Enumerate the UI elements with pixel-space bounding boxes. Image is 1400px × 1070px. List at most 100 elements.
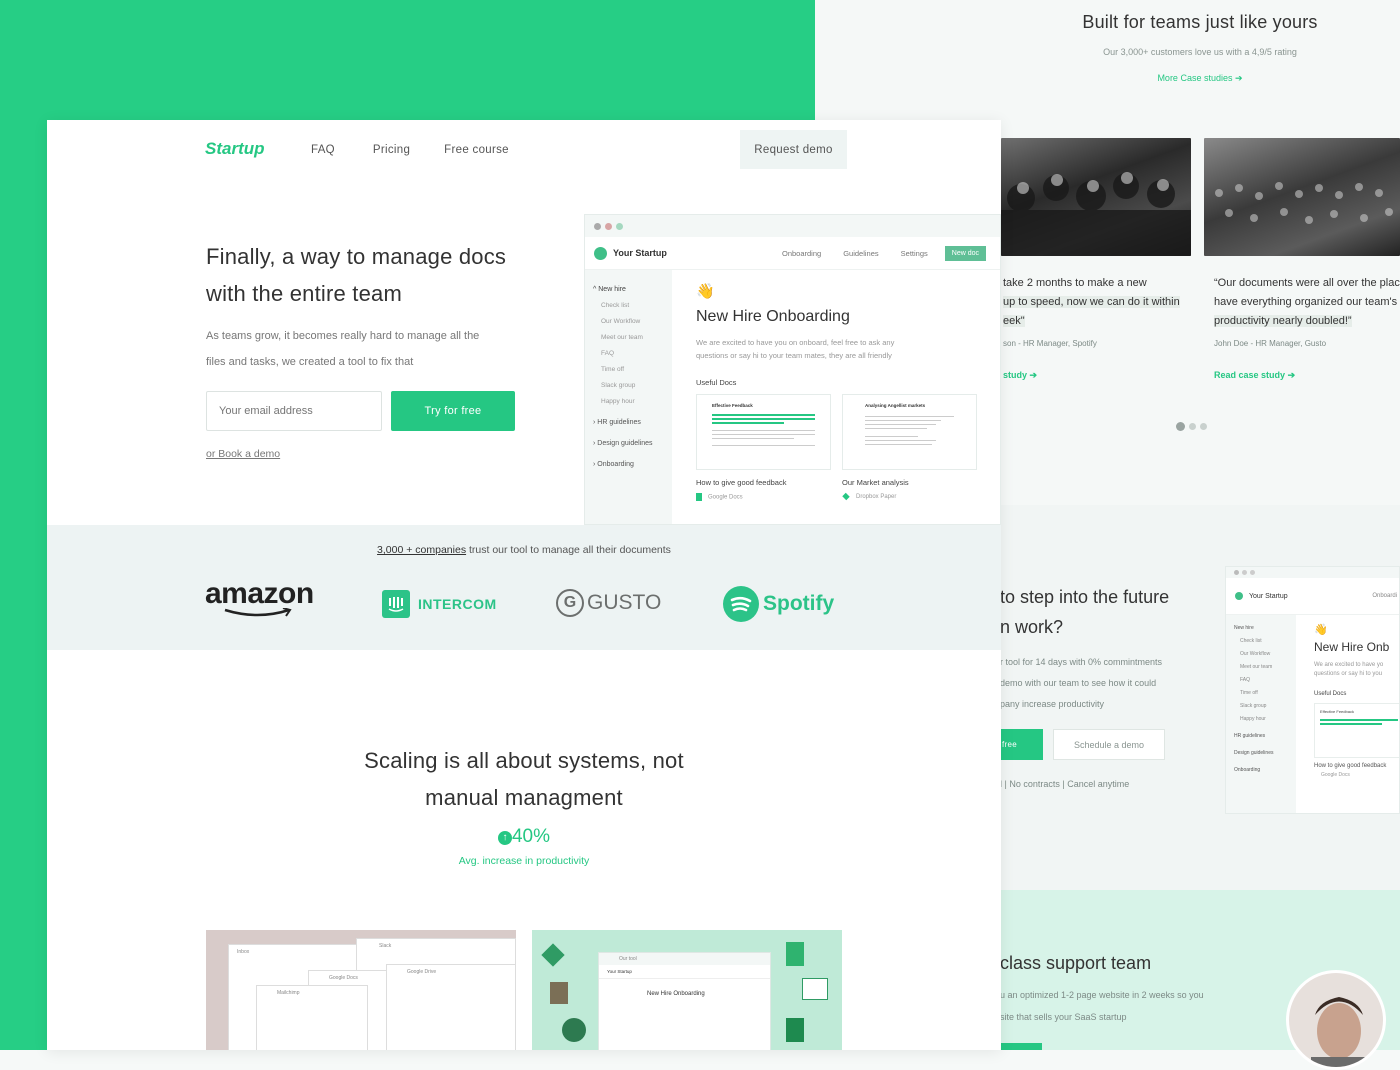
doc-card[interactable]: Effective Feedback How to give good feed…	[696, 394, 831, 501]
tab-onboarding[interactable]: Onboarding	[782, 249, 821, 258]
arrow-right-circle-icon: ➔	[1287, 370, 1296, 380]
doc-card-preview: Analysing Angellist markets	[842, 394, 977, 470]
dot-active[interactable]	[1176, 422, 1185, 431]
hero-text-line2: files and tasks, we created a tool to fi…	[206, 356, 414, 368]
gusto-icon: G	[556, 589, 584, 617]
scaling-section: Scaling is all about systems, not manual…	[47, 742, 1001, 867]
intercom-logo: INTERCOM	[382, 590, 497, 618]
support-button-edge[interactable]	[1000, 1043, 1042, 1050]
companies-link[interactable]: 3,000 + companies	[377, 544, 466, 556]
doc-card[interactable]: Analysing Angellist markets Our Market a…	[842, 394, 977, 501]
wave-icon: 👋	[1314, 624, 1328, 636]
google-docs-icon	[786, 942, 804, 966]
app-sidebar: ^ New hire Check list Our Workflow Meet …	[585, 270, 672, 524]
chevron-up-icon: ^	[593, 286, 597, 293]
sidebar-item-new-hire[interactable]: ^ New hire	[593, 282, 672, 298]
request-demo-button[interactable]: Request demo	[740, 130, 847, 169]
window-controls	[1226, 567, 1399, 578]
amazon-logo: amazon	[205, 577, 314, 617]
gusto-logo: G GUSTO	[556, 589, 661, 617]
schedule-demo-button[interactable]: Schedule a demo	[1053, 729, 1165, 760]
sidebar-item-faq[interactable]: FAQ	[601, 346, 672, 362]
crowd-illustration	[1215, 182, 1393, 224]
sidebar-group-design[interactable]: › Design guidelines	[593, 440, 672, 447]
try-free-button-back[interactable]: free	[1000, 729, 1043, 760]
amazon-smile-icon	[224, 608, 292, 617]
case-card-1: take 2 months to make a new up to speed,…	[1003, 274, 1193, 381]
email-input[interactable]	[206, 391, 382, 431]
sidebar-item-slack[interactable]: Slack group	[601, 378, 672, 394]
avatar	[1286, 970, 1386, 1070]
tab-onboarding[interactable]: Onboardi	[1372, 593, 1399, 599]
google-drive-icon	[541, 943, 565, 967]
chevron-right-icon: ›	[593, 440, 596, 447]
sidebar-item-time-off[interactable]: Time off	[601, 362, 672, 378]
case-card-2: “Our documents were all over the place h…	[1214, 277, 1400, 381]
more-case-studies-link[interactable]: More Case studies ➔	[1000, 73, 1400, 84]
window-mailchimp: Mailchimp	[256, 985, 368, 1050]
brand-logo[interactable]: Startup	[205, 139, 265, 159]
sidebar-item-happy-hour[interactable]: Happy hour	[601, 394, 672, 410]
cases-subtitle: Our 3,000+ customers love us with a 4,9/…	[1103, 47, 1297, 57]
mailchimp-icon	[562, 1018, 586, 1042]
nav-free-course[interactable]: Free course	[444, 144, 509, 156]
cases-title: Built for teams just like yours	[1082, 12, 1318, 32]
trust-text: 3,000 + companies trust our tool to mana…	[377, 544, 671, 556]
brand-dot-icon	[594, 246, 607, 260]
main-nav: FAQ Pricing Free course	[311, 144, 509, 156]
doc-card-preview: Effective Feedback	[696, 394, 831, 470]
team-photo-gusto	[1204, 138, 1400, 256]
scaling-heading-line2: manual managment	[425, 785, 623, 810]
new-doc-button[interactable]: New doc	[944, 245, 986, 261]
read-case-study-link[interactable]: study ➔	[1003, 370, 1193, 381]
dot[interactable]	[1189, 423, 1196, 430]
tools-chaos-illustration: Inbox Slack Google Docs Google Drive Mai…	[206, 930, 516, 1050]
chevron-right-icon: ›	[593, 461, 596, 468]
book-demo-link[interactable]: or Book a demo	[206, 448, 280, 460]
intercom-icon	[382, 590, 410, 618]
mini-doc-card[interactable]: Effective Feedback	[1314, 703, 1399, 758]
wave-icon: 👋	[696, 283, 715, 300]
sidebar-item-meet-team[interactable]: Meet our team	[601, 330, 672, 346]
team-photo-spotify	[1001, 138, 1191, 256]
sidebar-group-onboarding[interactable]: › Onboarding	[593, 461, 672, 468]
tool-solution-illustration: Our tool Your Startup New Hire Onboardin…	[532, 930, 842, 1050]
sidebar-group-hr[interactable]: › HR guidelines	[593, 419, 672, 426]
window-google-drive: Google Drive	[386, 964, 516, 1050]
doc-title: New Hire Onboarding	[696, 308, 850, 325]
dropbox-paper-icon	[842, 492, 850, 501]
mini-sidebar: New hire Check list Our Workflow Meet ou…	[1234, 625, 1274, 773]
window-dot-icon	[616, 222, 623, 230]
google-sheets-icon	[786, 1018, 804, 1042]
sidebar-item-workflow[interactable]: Our Workflow	[601, 314, 672, 330]
cases-section-header: Built for teams just like yours Our 3,00…	[1000, 12, 1400, 84]
google-docs-icon	[696, 493, 702, 501]
support-text-block: class support team u an optimized 1-2 pa…	[1000, 953, 1204, 1022]
nav-faq[interactable]: FAQ	[311, 144, 335, 156]
dropbox-icon	[802, 978, 828, 1000]
try-for-free-button[interactable]: Try for free	[391, 391, 515, 431]
tab-guidelines[interactable]: Guidelines	[843, 249, 878, 258]
app-mockup-small: Your Startup Onboardi New hire Check lis…	[1225, 566, 1400, 814]
carousel-dots[interactable]	[1176, 422, 1207, 431]
nav-pricing[interactable]: Pricing	[373, 144, 410, 156]
doc-cards: Effective Feedback How to give good feed…	[696, 394, 1000, 501]
trust-bar: 3,000 + companies trust our tool to mana…	[47, 525, 1001, 650]
useful-docs-heading: Useful Docs	[696, 378, 737, 387]
doc-text-line1: We are excited to have you on onboard, f…	[696, 338, 895, 347]
arrow-up-icon: ↑	[497, 831, 512, 845]
person-photo	[1311, 997, 1367, 1067]
hero-text-line1: As teams grow, it becomes really hard to…	[206, 330, 480, 342]
read-case-study-link[interactable]: Read case study ➔	[1214, 370, 1400, 381]
hero-copy: Finally, a way to manage docs with the e…	[206, 238, 506, 375]
hero-heading-line1: Finally, a way to manage docs	[206, 244, 507, 269]
tab-settings[interactable]: Settings	[901, 249, 928, 258]
dot[interactable]	[1200, 423, 1207, 430]
window-controls	[585, 215, 1000, 237]
hero-heading-line2: with the entire team	[206, 281, 402, 306]
sidebar-item-check-list[interactable]: Check list	[601, 298, 672, 314]
crowd-illustration	[1001, 172, 1191, 256]
spotify-logo: Spotify	[723, 586, 834, 622]
arrow-right-circle-icon: ➔	[1029, 370, 1038, 380]
scaling-heading-line1: Scaling is all about systems, not	[364, 748, 684, 773]
